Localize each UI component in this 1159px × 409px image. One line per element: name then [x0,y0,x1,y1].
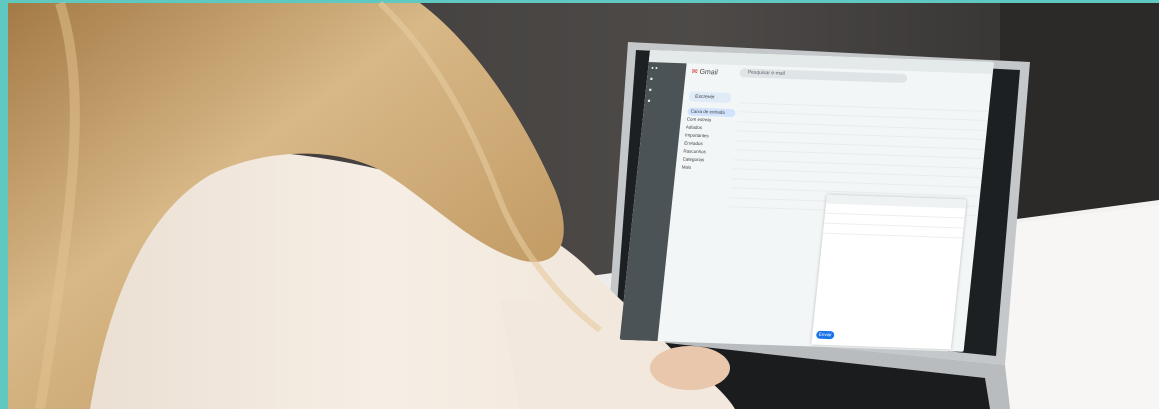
app-name: Gmail [699,68,719,77]
search-placeholder: Pesquisar e-mail [747,69,786,77]
search-input[interactable]: Pesquisar e-mail [739,68,908,84]
gmail-nav: Caixa de entrada Com estrela Adiados Imp… [681,107,736,174]
compose-button[interactable]: Escrever [688,91,732,103]
mail-icon: ✉ [691,68,698,76]
compose-label: Escrever [694,93,716,101]
photo-frame: ● ● ■ ■ ■ ✉ Gmail Pesquisar e-mail Escre… [0,0,1159,409]
nav-item-more[interactable]: Mais [681,163,730,173]
laptop-screen: ● ● ■ ■ ■ ✉ Gmail Pesquisar e-mail Escre… [619,50,994,352]
send-button[interactable]: Enviar [815,330,835,340]
send-label: Enviar [818,331,832,338]
compose-window: Enviar [811,194,967,350]
sidebar-row: ■ [647,98,651,104]
gmail-logo[interactable]: ✉ Gmail [691,68,718,77]
